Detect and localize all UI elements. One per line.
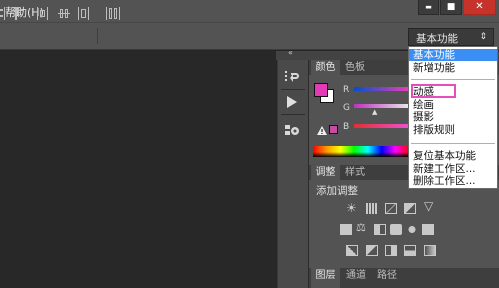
tool-presets-icon[interactable]	[284, 124, 300, 138]
toolstrip-header[interactable]: «	[276, 48, 308, 60]
tab-styles[interactable]: 样式	[341, 165, 369, 180]
workspace-option-typography[interactable]: 排版规则	[409, 124, 497, 136]
selective-color-icon[interactable]	[404, 245, 416, 256]
gamut-warning-icon[interactable]	[317, 125, 327, 135]
gradient-triangle-icon[interactable]: ▽	[424, 199, 433, 213]
vibrance-icon[interactable]	[340, 224, 352, 235]
workspace-select[interactable]: 基本功能 ⇕	[408, 28, 494, 46]
curves-icon[interactable]	[385, 203, 397, 214]
close-icon: ✕	[475, 1, 484, 12]
tab-layers[interactable]: 图层	[311, 268, 340, 288]
workspace-option-essentials[interactable]: 基本功能	[409, 49, 497, 61]
channel-mixer-icon[interactable]	[406, 224, 418, 235]
history-icon[interactable]	[283, 70, 301, 86]
tab-channels[interactable]: 通道	[341, 268, 371, 288]
document-canvas[interactable]	[0, 51, 276, 288]
tool-separator	[281, 89, 305, 90]
dropdown-separator	[411, 143, 495, 144]
channel-g-slider[interactable]	[354, 104, 409, 108]
options-divider	[97, 28, 98, 44]
foreground-color-swatch-top[interactable]	[314, 83, 328, 97]
channel-g-label: G	[343, 103, 350, 113]
posterize-icon[interactable]	[366, 245, 378, 256]
maximize-icon: ■	[446, 2, 456, 12]
tab-swatches[interactable]: 色板	[341, 60, 369, 75]
workspace-option-reset[interactable]: 复位基本功能	[409, 150, 497, 162]
black-white-icon[interactable]	[374, 224, 386, 235]
distribute-hcenter-icon[interactable]	[58, 7, 70, 20]
distribute-right-icon[interactable]	[78, 7, 90, 20]
channel-b-label: B	[343, 122, 350, 132]
auto-align-icon[interactable]	[106, 7, 120, 20]
workspace-option-delete-workspace[interactable]: 删除工作区...	[409, 175, 497, 187]
tab-adjustments[interactable]: 调整	[311, 165, 340, 180]
dropdown-separator	[411, 79, 495, 80]
add-adjustment-title: 添加调整	[316, 185, 358, 197]
brightness-icon[interactable]: ☀	[346, 201, 357, 215]
distribute-bottom-icon[interactable]	[37, 7, 48, 20]
highlight-annotation-box	[411, 84, 456, 98]
maximize-button[interactable]: ■	[440, 0, 462, 15]
workspace-option-new-features[interactable]: 新增功能	[409, 62, 497, 74]
color-lookup-icon[interactable]	[422, 224, 434, 235]
channel-r-label: R	[343, 85, 350, 95]
distribute-left-icon[interactable]	[0, 7, 8, 20]
exposure-icon[interactable]	[404, 203, 416, 214]
photo-filter-icon[interactable]	[390, 224, 402, 235]
minimize-button[interactable]: ▬	[418, 0, 439, 15]
play-icon[interactable]	[285, 95, 299, 109]
tab-color[interactable]: 颜色	[311, 60, 340, 75]
workspace-option-new-workspace[interactable]: 新建工作区...	[409, 163, 497, 175]
gradient-map-icon[interactable]	[424, 245, 436, 256]
balance-icon[interactable]: ⚖	[356, 221, 366, 234]
workspace-dropdown: 基本功能 新增功能 动感 绘画 摄影 排版规则 复位基本功能 新建工作区... …	[408, 46, 498, 189]
gamut-color-swatch[interactable]	[329, 125, 338, 134]
invert-icon[interactable]	[346, 245, 358, 256]
workspace-option-painting[interactable]: 绘画	[409, 99, 497, 111]
levels-icon[interactable]	[366, 203, 378, 214]
close-button[interactable]: ✕	[463, 0, 496, 15]
distribute-vcenter-icon[interactable]	[12, 7, 23, 20]
minimize-icon: ▬	[425, 3, 432, 11]
tool-separator	[281, 114, 305, 115]
channel-r-slider[interactable]	[354, 87, 409, 91]
channel-g-thumb-icon[interactable]: ▲	[372, 108, 377, 116]
tab-paths[interactable]: 路径	[372, 268, 402, 288]
workspace-select-value: 基本功能	[416, 33, 458, 45]
collapse-left-icon[interactable]: «	[288, 48, 293, 57]
channel-b-slider[interactable]	[354, 124, 409, 128]
color-spectrum-ramp[interactable]	[313, 146, 409, 157]
updown-arrow-icon: ⇕	[479, 32, 487, 42]
layers-panel-tabs: 图层 通道 路径	[309, 268, 499, 288]
threshold-icon[interactable]	[385, 245, 397, 256]
workspace-option-photography[interactable]: 摄影	[409, 111, 497, 123]
